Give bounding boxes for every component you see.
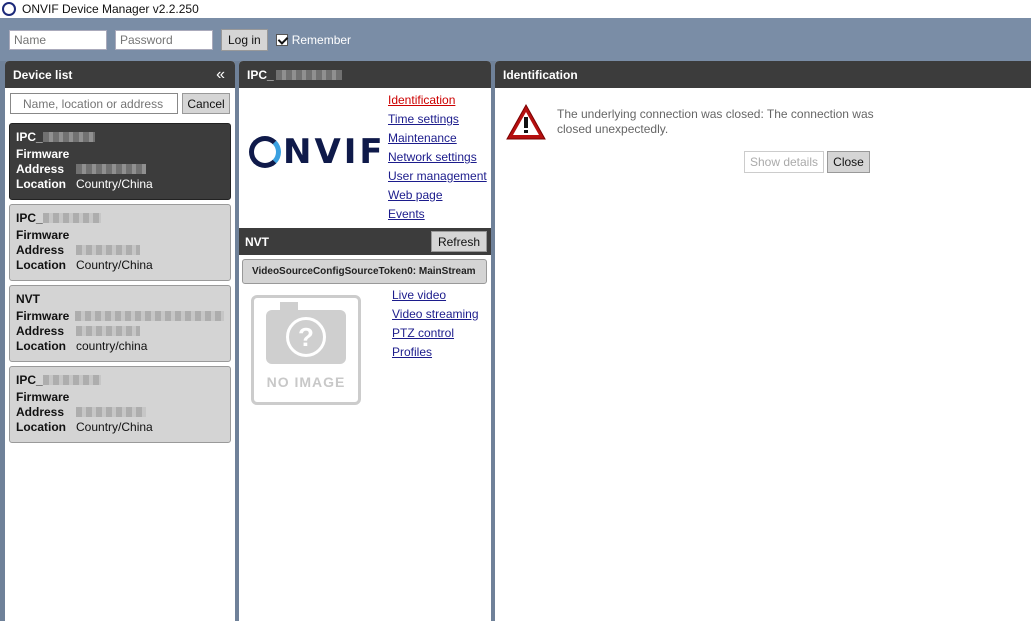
error-message: The underlying connection was closed: Th… — [557, 107, 874, 136]
login-bar: Log in Remember — [0, 18, 1031, 61]
firmware-label: Firmware — [16, 308, 70, 323]
device-name: NVT — [16, 292, 40, 306]
location-label: Location — [16, 338, 66, 353]
device-detail-panel: IPC_ NVIF Identification Time settings M… — [239, 61, 491, 621]
device-card[interactable]: IPC_ Firmware Address Location Country/Ch… — [9, 204, 231, 281]
stream-title[interactable]: VideoSourceConfigSourceToken0: MainStrea… — [242, 259, 487, 284]
location-value: Country/China — [76, 176, 153, 191]
device-name: IPC_ — [16, 209, 224, 227]
location-label: Location — [16, 176, 66, 191]
maintenance-link[interactable]: Maintenance — [388, 130, 487, 149]
device-overview: NVIF Identification Time settings Mainte… — [239, 88, 491, 228]
nvt-header: NVT Refresh — [239, 228, 491, 255]
device-name: IPC_ — [16, 371, 224, 389]
stream-menu: Live video Video streaming PTZ control P… — [392, 287, 479, 363]
location-label: Location — [16, 257, 66, 272]
user-management-link[interactable]: User management — [388, 168, 487, 187]
time-settings-link[interactable]: Time settings — [388, 111, 487, 130]
device-list-title: Device list — [13, 67, 73, 82]
checkbox-checked-icon[interactable] — [275, 33, 288, 46]
video-streaming-link[interactable]: Video streaming — [392, 306, 479, 325]
identification-panel: Identification The underlying connection… — [495, 61, 1031, 621]
search-row: Cancel — [5, 88, 235, 119]
remember-checkbox[interactable]: Remember — [275, 32, 352, 47]
identification-header: Identification — [495, 61, 1031, 88]
app-logo-icon — [2, 2, 16, 16]
close-button[interactable]: Close — [827, 151, 870, 173]
profiles-link[interactable]: Profiles — [392, 344, 479, 363]
warning-icon — [506, 103, 546, 140]
camera-icon: ? — [266, 302, 346, 364]
live-video-link[interactable]: Live video — [392, 287, 479, 306]
title-bar: ONVIF Device Manager v2.2.250 — [0, 0, 1031, 18]
redacted-text — [42, 132, 95, 142]
firmware-label: Firmware — [16, 146, 70, 161]
device-detail-header: IPC_ — [239, 61, 491, 88]
login-button[interactable]: Log in — [221, 28, 268, 51]
redacted-text — [42, 213, 101, 223]
redacted-text — [76, 325, 140, 336]
collapse-icon[interactable]: « — [216, 66, 225, 84]
device-name: IPC_ — [16, 128, 224, 146]
redacted-text — [75, 310, 224, 321]
app-title: ONVIF Device Manager v2.2.250 — [22, 2, 199, 16]
location-value: Country/China — [76, 257, 153, 272]
remember-label: Remember — [291, 32, 352, 47]
device-menu: Identification Time settings Maintenance… — [388, 92, 487, 225]
firmware-label: Firmware — [16, 389, 70, 404]
show-details-button[interactable]: Show details — [744, 151, 824, 173]
redacted-text — [76, 406, 146, 417]
firmware-label: Firmware — [16, 227, 70, 242]
identification-title: Identification — [503, 67, 578, 82]
no-image-placeholder: ? NO IMAGE — [251, 295, 361, 405]
onvif-logo: NVIF — [249, 132, 386, 172]
onvif-ring-icon — [249, 136, 281, 168]
identification-link[interactable]: Identification — [388, 92, 487, 111]
refresh-button[interactable]: Refresh — [430, 231, 487, 252]
device-search-input[interactable] — [10, 93, 178, 114]
no-image-text: NO IMAGE — [266, 374, 346, 390]
address-label: Address — [16, 161, 65, 176]
network-settings-link[interactable]: Network settings — [388, 149, 487, 168]
password-input[interactable] — [115, 29, 213, 50]
web-page-link[interactable]: Web page — [388, 187, 487, 206]
question-icon: ? — [286, 317, 326, 357]
name-input[interactable] — [9, 29, 107, 50]
onvif-logo-text: NVIF — [283, 132, 386, 172]
device-title: IPC_ — [247, 67, 274, 82]
location-label: Location — [16, 419, 66, 434]
events-link[interactable]: Events — [388, 206, 487, 225]
address-label: Address — [16, 242, 65, 257]
location-value: Country/China — [76, 419, 153, 434]
device-card[interactable]: NVT Firmware Address Location country/chi… — [9, 285, 231, 362]
redacted-text — [42, 375, 101, 385]
device-list-header: Device list « — [5, 61, 235, 88]
address-label: Address — [16, 323, 65, 338]
redacted-text — [275, 69, 342, 80]
location-value: country/china — [76, 338, 148, 353]
device-card[interactable]: IPC_ Firmware Address Location Country/Ch… — [9, 366, 231, 443]
stream-body: ? NO IMAGE Live video Video streaming PT… — [239, 284, 491, 414]
device-list-panel: Device list « Cancel IPC_ Firmware Addre… — [5, 61, 235, 621]
redacted-text — [76, 244, 140, 255]
nvt-title: NVT — [245, 234, 269, 249]
ptz-control-link[interactable]: PTZ control — [392, 325, 479, 344]
redacted-text — [76, 163, 146, 174]
cancel-button[interactable]: Cancel — [182, 93, 230, 114]
device-card[interactable]: IPC_ Firmware Address Location Country/Ch… — [9, 123, 231, 200]
address-label: Address — [16, 404, 65, 419]
